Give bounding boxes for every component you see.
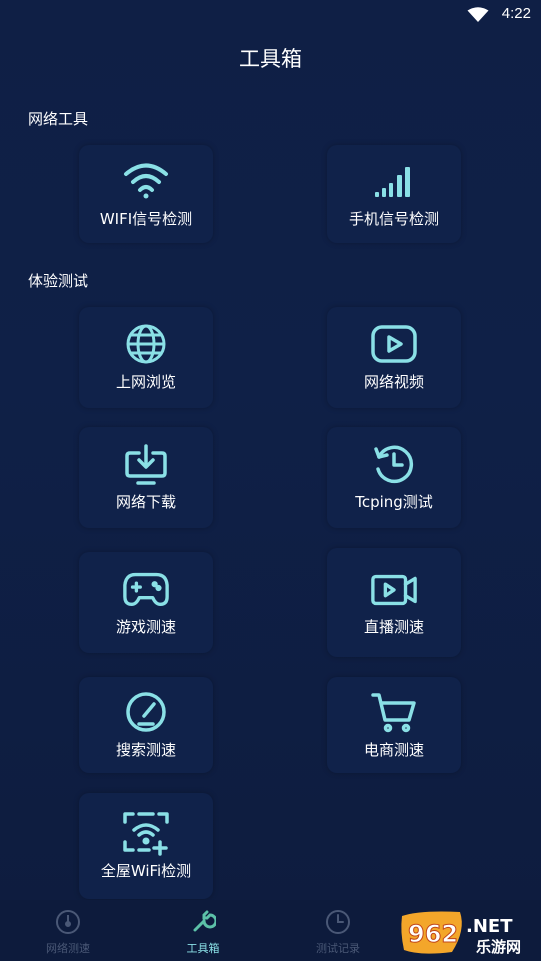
speed-test-icon xyxy=(54,908,82,936)
wifi-status-icon xyxy=(467,7,489,27)
tool-wifi-signal[interactable]: WIFI信号检测 xyxy=(79,145,213,243)
page-title: 工具箱 xyxy=(239,47,302,71)
tool-label: 游戏测速 xyxy=(115,618,176,636)
nav-item-test-records[interactable]: 测试记录 xyxy=(293,908,383,956)
nav-label: 测试记录 xyxy=(316,942,360,955)
tool-label: 网络视频 xyxy=(363,373,424,391)
nav-item-speed-test[interactable]: 网络测速 xyxy=(23,908,113,956)
tool-label: 电商测速 xyxy=(363,740,424,759)
tool-ecommerce-speed[interactable]: 电商测速 xyxy=(327,677,461,773)
gamepad-icon xyxy=(122,568,170,610)
history-clock-icon xyxy=(370,443,418,485)
watermark-suffix: .NET xyxy=(466,916,513,937)
tool-label: WIFI信号检测 xyxy=(99,209,193,228)
wifi-icon xyxy=(122,160,170,202)
tool-label: 全屋WiFi检测 xyxy=(100,861,192,880)
wifi-scan-icon xyxy=(122,811,170,856)
tool-web-browse[interactable]: 上网浏览 xyxy=(79,307,213,408)
tool-label: Tcping测试 xyxy=(355,493,433,511)
watermark-number: 962 xyxy=(408,920,458,948)
cart-icon xyxy=(370,691,418,733)
tool-whole-house-wifi[interactable]: 全屋WiFi检测 xyxy=(79,793,213,899)
status-bar: 4:22 xyxy=(0,0,541,28)
section-title-experience-tests: 体验测试 xyxy=(28,272,89,290)
nav-item-toolbox[interactable]: 工具箱 xyxy=(158,908,248,956)
globe-icon xyxy=(122,323,170,365)
tool-tcping[interactable]: Tcping测试 xyxy=(327,427,461,528)
tool-label: 直播测速 xyxy=(363,618,424,636)
tool-net-download[interactable]: 网络下载 xyxy=(79,427,213,528)
tool-search-speed[interactable]: 搜索测速 xyxy=(79,677,213,773)
wrench-icon xyxy=(189,908,217,936)
nav-label: 网络测速 xyxy=(46,942,90,955)
clock-icon xyxy=(324,908,352,936)
nav-label: 工具箱 xyxy=(186,942,220,955)
status-time: 4:22 xyxy=(501,5,531,22)
play-icon xyxy=(370,323,418,365)
watermark-logo: 962 .NET 乐游网 xyxy=(400,910,535,956)
tool-label: 手机信号检测 xyxy=(348,209,439,228)
download-icon xyxy=(122,443,170,485)
section-title-network-tools: 网络工具 xyxy=(28,110,89,128)
tool-label: 搜索测速 xyxy=(115,740,176,759)
tool-game-speed[interactable]: 游戏测速 xyxy=(79,552,213,653)
tool-live-speed[interactable]: 直播测速 xyxy=(327,548,461,657)
tool-label: 上网浏览 xyxy=(115,373,176,391)
signal-bars-icon xyxy=(370,160,418,202)
speedometer-icon xyxy=(122,691,170,733)
watermark-sub: 乐游网 xyxy=(476,938,521,956)
video-camera-icon xyxy=(370,568,418,610)
tool-phone-signal[interactable]: 手机信号检测 xyxy=(327,145,461,243)
tool-net-video[interactable]: 网络视频 xyxy=(327,307,461,408)
tool-label: 网络下载 xyxy=(115,493,176,511)
